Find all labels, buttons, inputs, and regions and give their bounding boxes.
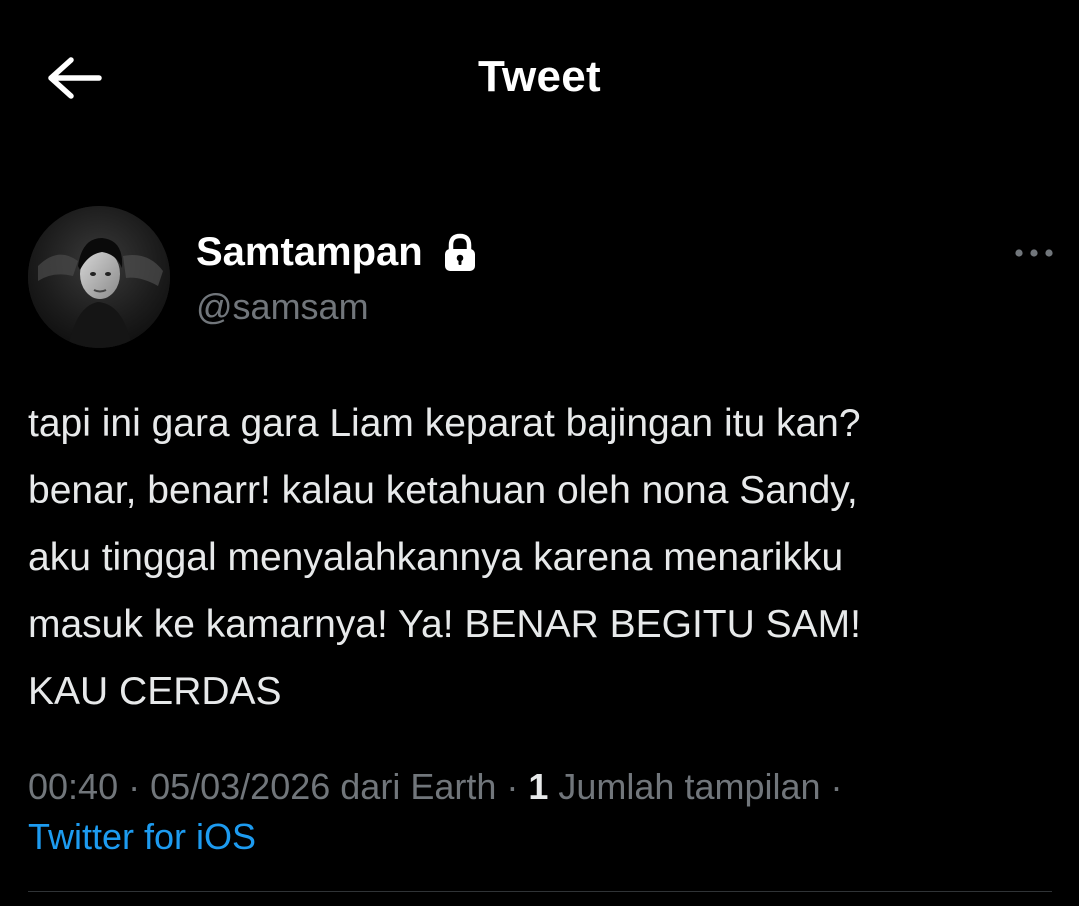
divider	[28, 891, 1052, 892]
tweet-metadata: 00:40 · 05/03/2026 dari Earth · 1 Jumlah…	[28, 762, 1068, 862]
tweet-source-link[interactable]: Twitter for iOS	[28, 816, 256, 857]
tweet-time[interactable]: 00:40	[28, 766, 118, 807]
meta-separator: ·	[496, 766, 529, 807]
views-count[interactable]: 1	[528, 766, 548, 807]
more-horizontal-icon	[1015, 249, 1053, 257]
tweet-text: tapi ini gara gara Liam keparat bajingan…	[28, 402, 861, 713]
tweet-location: dari Earth	[330, 766, 497, 807]
meta-separator: ·	[118, 766, 151, 807]
views-label[interactable]: Jumlah tampilan	[548, 766, 820, 807]
meta-separator: ·	[820, 766, 843, 807]
author-name-row[interactable]: Samtampan	[196, 230, 479, 275]
page-title: Tweet	[478, 52, 601, 101]
author-handle[interactable]: @samsam	[196, 286, 369, 328]
profile-photo	[28, 206, 170, 348]
tweet-date[interactable]: 05/03/2026	[150, 766, 330, 807]
more-options-button[interactable]	[1006, 238, 1062, 268]
display-name: Samtampan	[196, 230, 423, 274]
top-bar: Tweet	[0, 0, 1079, 160]
avatar[interactable]	[28, 206, 170, 348]
lock-icon	[444, 233, 475, 271]
